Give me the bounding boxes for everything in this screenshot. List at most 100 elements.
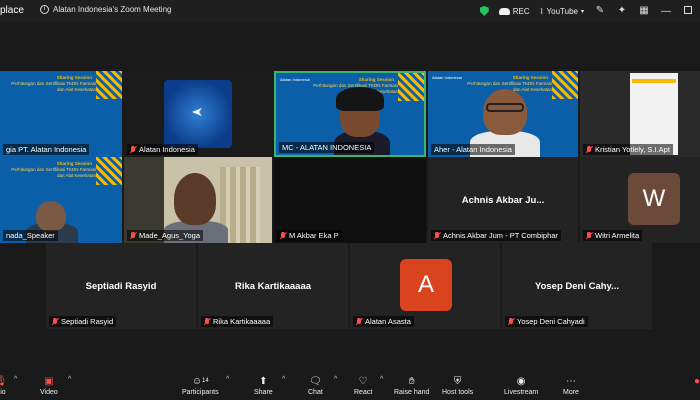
mic-muted-icon <box>586 145 592 154</box>
glasses-icon <box>486 103 524 112</box>
video-tile[interactable]: Alatan Indonesia <box>124 71 272 157</box>
video-tile[interactable]: W Witri Armelita <box>580 157 700 243</box>
mic-muted-icon <box>508 317 514 326</box>
participant-name: Alatan Indonesia <box>139 145 195 154</box>
participant-name: Yosep Deni Cahyadi <box>517 317 585 326</box>
meeting-title-area: i Alatan Indonesia's Zoom Meeting <box>40 5 171 14</box>
participants-icon: ☺ 14 <box>191 375 209 387</box>
participant-nameplate: Rika Kartikaaaaa <box>201 316 274 327</box>
poster-stripe <box>632 79 676 83</box>
logo-image <box>164 80 232 148</box>
speaker-hair <box>336 87 384 111</box>
participant-name: MC - ALATAN INDONESIA <box>282 143 372 152</box>
slide-pattern <box>96 157 122 185</box>
audio-caret-icon[interactable]: ^ <box>14 376 17 383</box>
video-tile[interactable]: A Alatan Asasta <box>350 243 500 329</box>
rec-label: REC <box>512 6 530 16</box>
participant-nameplate: Alatan Asasta <box>353 316 414 327</box>
audio-label: dio <box>0 389 6 396</box>
participant-nameplate: Yosep Deni Cahyadi <box>505 316 588 327</box>
participants-caret-icon[interactable]: ^ <box>226 376 229 383</box>
video-tile[interactable]: Alatan Indonesia Sharing Session Perhitu… <box>428 71 578 157</box>
video-tile-active-speaker[interactable]: Alatan Indonesia Sharing Session Perhitu… <box>274 71 426 157</box>
react-label: React <box>354 389 373 396</box>
mic-muted-icon <box>586 231 592 240</box>
grid-view-icon[interactable]: ▦ <box>638 5 650 17</box>
participant-name: Septiadi Rasyid <box>61 317 114 326</box>
livestream-button[interactable]: ◉ Livestream <box>504 375 539 397</box>
slide-subtitle: Perhitungan dan Sertifikasi TKDN Farmasi… <box>11 167 96 178</box>
participants-button[interactable]: ☺ 14 Participants <box>182 375 219 397</box>
youtube-stream-status[interactable]: ⌇ YouTube ▾ <box>540 7 584 16</box>
recording-indicator[interactable]: REC <box>498 6 530 16</box>
avatar: W <box>628 173 680 225</box>
host-tools-label: Host tools <box>442 389 474 396</box>
share-label: Share <box>254 389 273 396</box>
mic-muted-icon: 🎙︎ <box>0 375 8 387</box>
video-tile[interactable]: Achnis Akbar Ju... Achnis Akbar Jum - PT… <box>428 157 578 243</box>
video-caret-icon[interactable]: ^ <box>68 376 71 383</box>
avatar: A <box>400 259 452 311</box>
record-button[interactable]: ● <box>690 375 700 387</box>
maximize-icon[interactable] <box>682 5 694 17</box>
react-caret-icon[interactable]: ^ <box>380 376 383 383</box>
chat-caret-icon[interactable]: ^ <box>334 376 337 383</box>
slide-pattern <box>398 73 424 101</box>
participant-nameplate: Alatan Indonesia <box>127 144 198 155</box>
video-tile[interactable]: Kristian Yotlely, S.I.Apt <box>580 71 700 157</box>
hand-icon: ✋︎ <box>408 375 415 387</box>
participant-nameplate: MC - ALATAN INDONESIA <box>279 142 375 153</box>
livestream-label: Livestream <box>504 389 539 396</box>
participant-name: Kristian Yotlely, S.I.Apt <box>595 145 670 154</box>
participant-name: Aher - Alatan Indonesia <box>434 145 512 154</box>
shield-icon: ⛨ <box>453 375 462 387</box>
participant-nameplate: Witri Armelita <box>583 230 643 241</box>
chat-label: Chat <box>308 389 323 396</box>
cloud-icon <box>498 7 510 15</box>
participants-count: 14 <box>202 378 209 384</box>
signal-icon: ⌇ <box>539 6 544 16</box>
participant-face <box>174 173 216 225</box>
participant-nameplate: Aher - Alatan Indonesia <box>431 144 515 155</box>
more-button[interactable]: ⋯ More <box>563 375 579 397</box>
react-button[interactable]: ♡ React <box>354 375 373 397</box>
video-tile[interactable]: Septiadi Rasyid Septiadi Rasyid <box>46 243 196 329</box>
youtube-label: YouTube <box>546 6 578 16</box>
share-button[interactable]: ⬆ Share <box>254 375 273 397</box>
shield-icon[interactable] <box>479 6 489 16</box>
heart-icon: ♡ <box>358 375 368 387</box>
chat-button[interactable]: 🗨︎ Chat <box>308 375 323 397</box>
video-tile[interactable]: M Akbar Eka P <box>274 157 426 243</box>
raise-hand-button[interactable]: ✋︎ Raise hand <box>394 375 430 397</box>
video-tile[interactable]: Made_Agus_Yoga <box>124 157 272 243</box>
participant-nameplate: Made_Agus_Yoga <box>127 230 204 241</box>
share-caret-icon[interactable]: ^ <box>282 376 285 383</box>
video-tile[interactable]: Sharing Session Perhitungan dan Sertifik… <box>0 71 122 157</box>
livestream-icon: ◉ <box>516 375 526 387</box>
participant-name: gia PT. Alatan Indonesia <box>6 145 87 154</box>
video-button[interactable]: ▣ Video <box>40 375 58 397</box>
audio-button[interactable]: 🎙︎ dio <box>0 375 8 397</box>
sparkle-icon[interactable]: ✦ <box>616 5 628 17</box>
participant-name: Made_Agus_Yoga <box>139 231 201 240</box>
minimize-icon[interactable]: — <box>660 6 672 17</box>
participant-nameplate: Achnis Akbar Jum - PT Combiphar <box>431 230 561 241</box>
participant-name: Achnis Akbar Jum - PT Combiphar <box>443 231 558 240</box>
participant-name: nada_Speaker <box>6 231 55 240</box>
pen-icon[interactable]: ✎ <box>594 5 606 17</box>
info-icon[interactable]: i <box>40 5 49 14</box>
chat-icon: 🗨︎ <box>309 375 322 387</box>
slide-subtitle: Perhitungan dan Sertifikasi TKDN Farmasi… <box>11 81 96 92</box>
raise-hand-label: Raise hand <box>394 389 430 396</box>
participant-nameplate: gia PT. Alatan Indonesia <box>3 144 90 155</box>
video-tile[interactable]: Yosep Deni Cahy... Yosep Deni Cahyadi <box>502 243 652 329</box>
poster-image <box>630 73 678 155</box>
host-tools-button[interactable]: ⛨ Host tools <box>442 375 474 397</box>
participant-nameplate: M Akbar Eka P <box>277 230 342 241</box>
meeting-title: Alatan Indonesia's Zoom Meeting <box>53 5 172 14</box>
video-tile[interactable]: Rika Kartikaaaaa Rika Kartikaaaaa <box>198 243 348 329</box>
slide-pattern <box>552 71 578 99</box>
video-tile[interactable]: Sharing Session Perhitungan dan Sertifik… <box>0 157 122 243</box>
bird-logo-icon <box>192 108 202 116</box>
record-icon: ● <box>693 375 700 387</box>
